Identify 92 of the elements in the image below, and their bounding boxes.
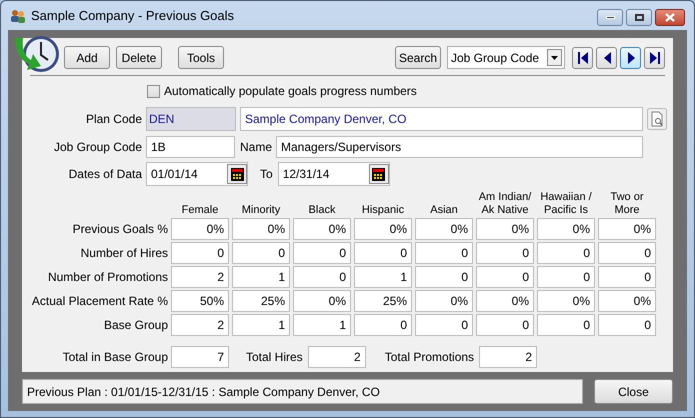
table-cell: 0 — [476, 242, 534, 264]
table-cell: 0 — [537, 314, 595, 336]
table-cell: 0% — [537, 290, 595, 312]
job-group-code-field[interactable]: 1B — [146, 136, 235, 158]
table-cell: 0 — [476, 266, 534, 288]
total-label: Total Promotions — [384, 349, 474, 366]
checkbox[interactable] — [147, 84, 160, 98]
table-cell: 0% — [171, 218, 229, 240]
table-cell: 0 — [354, 242, 412, 264]
table-cell: 0 — [537, 242, 595, 264]
next-record-button[interactable] — [620, 46, 641, 68]
table-cell: 0 — [476, 314, 534, 336]
column-header: Asian — [429, 204, 459, 217]
minimize-button[interactable] — [597, 9, 623, 26]
column-header: Hawaiian / Pacific Is — [539, 191, 593, 217]
table-cell: 0 — [354, 314, 412, 336]
table-cell: 0 — [232, 242, 290, 264]
first-record-button[interactable] — [572, 46, 593, 68]
table-cell: 0% — [476, 290, 534, 312]
row-label: Actual Placement Rate % — [30, 293, 168, 310]
status-bar: Previous Plan : 01/01/15-12/31/15 : Sample Company Denver, CO — [22, 379, 583, 404]
table-cell: 0% — [293, 218, 351, 240]
column-header: Minority — [240, 204, 282, 217]
lookup-icon[interactable] — [647, 108, 667, 130]
table-cell: 25% — [232, 290, 290, 312]
table-cell: 25% — [354, 290, 412, 312]
checkbox-label: Automatically populate goals progress numbers — [164, 83, 417, 100]
calendar-icon[interactable] — [230, 168, 244, 180]
table-cell: 0 — [415, 314, 473, 336]
total-field[interactable]: 2 — [308, 346, 366, 368]
field-label: Plan Code — [84, 111, 142, 128]
table-cell: 0 — [598, 314, 656, 336]
search-by-dropdown[interactable]: Job Group Code — [447, 46, 565, 69]
table-cell: 1 — [232, 314, 290, 336]
field-label: Dates of Data — [68, 166, 142, 183]
table-cell: 0% — [537, 218, 595, 240]
total-field[interactable]: 2 — [479, 346, 538, 368]
table-cell: 0 — [598, 266, 656, 288]
calendar-icon[interactable] — [372, 168, 386, 180]
close-icon[interactable] — [655, 9, 685, 26]
plan-code-field[interactable]: DEN — [146, 107, 236, 131]
caret-icon — [551, 56, 558, 60]
previous-record-button[interactable] — [596, 46, 617, 68]
table-cell: 1 — [232, 266, 290, 288]
column-header: Female — [180, 204, 220, 217]
table-cell: 0% — [415, 218, 473, 240]
table-cell: 2 — [171, 314, 229, 336]
table-cell: 0 — [415, 242, 473, 264]
table-cell: 0% — [476, 218, 534, 240]
window-title: Sample Company - Previous Goals — [31, 6, 234, 25]
table-cell: 1 — [293, 314, 351, 336]
table-cell: 0 — [293, 242, 351, 264]
date-field[interactable]: 01/01/14 — [146, 162, 248, 186]
table-cell: 0% — [232, 218, 290, 240]
table-cell: 50% — [171, 290, 229, 312]
table-cell: 0 — [171, 242, 229, 264]
table-cell: 0 — [537, 266, 595, 288]
table-cell: 0% — [598, 218, 656, 240]
column-header: Am Indian/ Ak Native — [478, 191, 532, 217]
date-field[interactable]: 12/31/14 — [278, 162, 390, 186]
column-header: Hispanic — [360, 204, 406, 217]
table-cell: 0 — [598, 242, 656, 264]
column-header: Two or More — [609, 191, 644, 217]
close-button[interactable]: Close — [594, 379, 673, 404]
row-label: Number of Hires — [80, 245, 168, 262]
total-label: Total Hires — [246, 349, 303, 366]
total-field[interactable]: 7 — [171, 346, 229, 368]
last-record-button[interactable] — [644, 46, 665, 68]
table-cell: 1 — [354, 266, 412, 288]
row-label: Base Group — [102, 317, 168, 334]
toolbar-button[interactable]: Tools — [178, 46, 224, 69]
table-cell: 0% — [354, 218, 412, 240]
field-label: Job Group Code — [52, 139, 142, 156]
search-button[interactable]: Search — [394, 46, 441, 69]
table-cell: 0% — [293, 290, 351, 312]
toolbar-button[interactable]: Add — [64, 46, 110, 69]
name-field[interactable]: Managers/Supervisors — [276, 136, 644, 158]
plan-name-field[interactable]: Sample Company Denver, CO — [240, 107, 643, 131]
table-cell: 0 — [415, 266, 473, 288]
field-label: Name — [240, 139, 272, 156]
field-label: To — [260, 166, 273, 183]
column-header: Black — [308, 204, 336, 217]
app-icon — [10, 8, 26, 24]
row-label: Number of Promotions — [46, 269, 168, 286]
total-label: Total in Base Group — [62, 349, 168, 366]
table-cell: 0% — [415, 290, 473, 312]
toolbar-button[interactable]: Delete — [116, 46, 162, 69]
table-cell: 2 — [171, 266, 229, 288]
row-label: Previous Goals % — [72, 221, 168, 238]
maximize-button[interactable] — [626, 9, 652, 26]
table-cell: 0 — [293, 266, 351, 288]
table-cell: 0% — [598, 290, 656, 312]
